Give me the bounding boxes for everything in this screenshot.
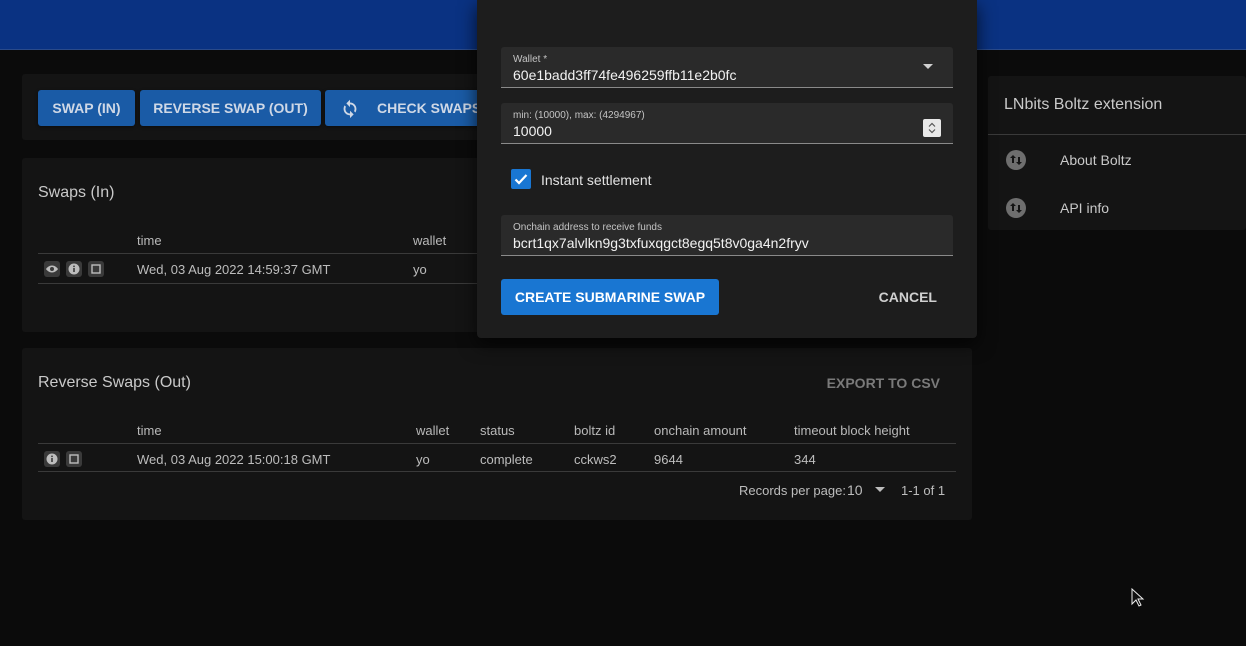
records-per-page-label: Records per page: [739, 483, 846, 498]
column-header-boltz-id[interactable]: boltz id [574, 423, 615, 438]
column-header-time[interactable]: time [137, 233, 162, 248]
sidebar-item-label: API info [1060, 200, 1110, 216]
mouse-cursor-icon [1131, 588, 1145, 607]
reverse-swap-wallet: yo [416, 452, 430, 467]
column-header-onchain-amount[interactable]: onchain amount [654, 423, 747, 438]
swaps-in-title: Swaps (In) [38, 184, 115, 201]
number-stepper-icon[interactable] [923, 119, 941, 137]
sidebar-item-label: About Boltz [1060, 152, 1132, 168]
cancel-button[interactable]: CANCEL [879, 289, 937, 305]
swap-in-button[interactable]: SWAP (IN) [38, 90, 135, 126]
sidebar-title: LNbits Boltz extension [1004, 96, 1163, 113]
export-csv-button[interactable]: EXPORT TO CSV [827, 375, 940, 391]
amount-input-value: 10000 [513, 123, 552, 139]
table-divider [38, 443, 956, 444]
reverse-swap-status: complete [480, 452, 533, 467]
instant-settlement-checkbox[interactable] [511, 169, 531, 189]
sidebar-item-api-info[interactable]: API info [988, 184, 1246, 232]
pagination-range: 1-1 of 1 [901, 483, 946, 498]
column-header-wallet[interactable]: wallet [416, 423, 449, 438]
reverse-swap-boltz-id: cckws2 [574, 452, 617, 467]
reverse-swaps-card: Reverse Swaps (Out) EXPORT TO CSV time w… [22, 348, 972, 520]
create-submarine-swap-button[interactable]: CREATE SUBMARINE SWAP [501, 279, 719, 315]
records-per-page-select[interactable]: 10 [847, 482, 863, 498]
wallet-select[interactable]: Wallet * 60e1badd3ff74fe496259ffb11e2b0f… [501, 47, 953, 88]
column-header-time[interactable]: time [137, 423, 162, 438]
check-swaps-label: CHECK SWAPS [377, 100, 482, 116]
column-header-wallet[interactable]: wallet [413, 233, 446, 248]
table-divider [38, 283, 492, 284]
column-header-timeout-block-height[interactable]: timeout block height [794, 423, 910, 438]
wallet-select-value: 60e1badd3ff74fe496259ffb11e2b0fc [513, 67, 737, 83]
sidebar-item-about-boltz[interactable]: About Boltz [988, 136, 1246, 184]
swap-in-time: Wed, 03 Aug 2022 14:59:37 GMT [137, 262, 331, 277]
swap-vertical-icon [1006, 198, 1026, 218]
sidebar-divider [988, 134, 1246, 135]
toolbar-card: SWAP (IN) REVERSE SWAP (OUT) CHECK SWAPS [22, 74, 492, 140]
reverse-swap-onchain-amount: 9644 [654, 452, 683, 467]
instant-settlement-label[interactable]: Instant settlement [541, 172, 652, 188]
table-divider [38, 253, 492, 254]
check-swaps-button[interactable]: CHECK SWAPS [325, 90, 492, 126]
info-icon[interactable] [66, 261, 82, 277]
amount-input[interactable]: min: (10000), max: (4294967) 10000 [501, 103, 953, 144]
reverse-swap-time: Wed, 03 Aug 2022 15:00:18 GMT [137, 452, 331, 467]
swap-in-wallet: yo [413, 262, 427, 277]
reverse-swap-timeout-block-height: 344 [794, 452, 816, 467]
copy-icon[interactable] [66, 451, 82, 467]
chevron-down-icon[interactable] [875, 487, 885, 492]
swaps-in-card: Swaps (In) time wallet Wed, 03 Aug 2022 … [22, 158, 492, 332]
table-divider [38, 471, 956, 472]
chevron-down-icon[interactable] [923, 64, 933, 69]
wallet-select-label: Wallet * [513, 54, 548, 65]
sidebar-card: LNbits Boltz extension About Boltz API i… [988, 76, 1246, 230]
reverse-swap-out-button[interactable]: REVERSE SWAP (OUT) [140, 90, 321, 126]
eye-icon[interactable] [44, 261, 60, 277]
amount-input-label: min: (10000), max: (4294967) [513, 110, 645, 121]
refresh-icon [339, 97, 361, 119]
onchain-address-input[interactable]: Onchain address to receive funds bcrt1qx… [501, 215, 953, 256]
info-icon[interactable] [44, 451, 60, 467]
onchain-address-value: bcrt1qx7alvlkn9g3txfuxqgct8egq5t8v0ga4n2… [513, 235, 809, 251]
copy-icon[interactable] [88, 261, 104, 277]
submarine-swap-dialog: Wallet * 60e1badd3ff74fe496259ffb11e2b0f… [477, 0, 977, 338]
reverse-swaps-title: Reverse Swaps (Out) [38, 374, 191, 391]
column-header-status[interactable]: status [480, 423, 515, 438]
swap-vertical-icon [1006, 150, 1026, 170]
onchain-address-label: Onchain address to receive funds [513, 222, 662, 233]
